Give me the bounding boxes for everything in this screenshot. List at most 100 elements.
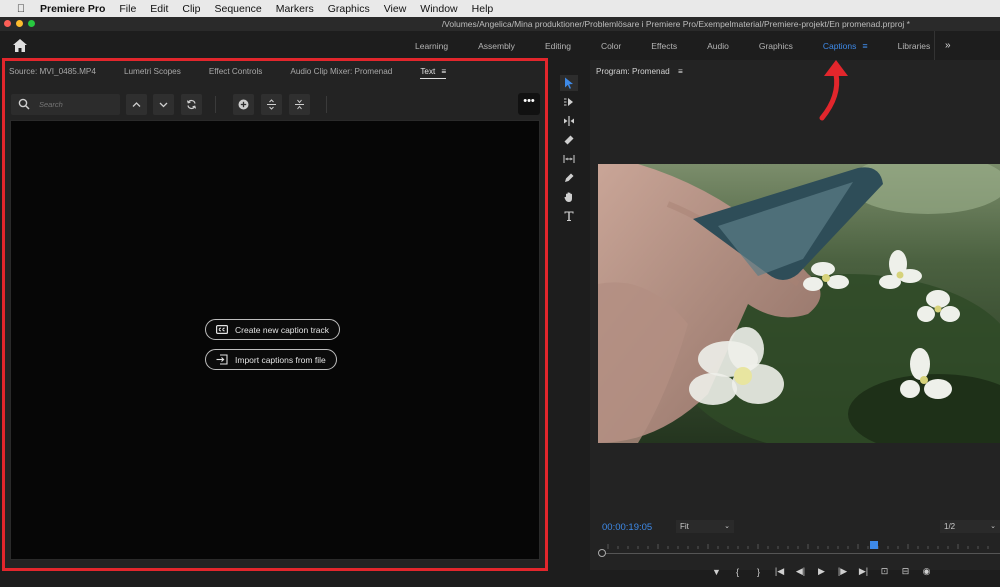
tab-lumetri-scopes[interactable]: Lumetri Scopes bbox=[124, 67, 181, 79]
menu-help[interactable]: Help bbox=[472, 3, 494, 15]
overwrite-icon[interactable]: ⊟ bbox=[895, 566, 916, 577]
workspace-menu-icon[interactable]: ≡ bbox=[862, 41, 882, 51]
tab-text-label: Text bbox=[420, 67, 436, 76]
window-titlebar: /Volumes/Angelica/Mina produktioner/Prob… bbox=[0, 17, 1000, 31]
ripple-edit-tool[interactable] bbox=[560, 113, 578, 129]
menu-view[interactable]: View bbox=[384, 3, 407, 15]
menu-markers[interactable]: Markers bbox=[276, 3, 314, 15]
mark-in-icon[interactable]: { bbox=[727, 567, 748, 577]
type-icon bbox=[564, 211, 574, 221]
window-controls bbox=[4, 20, 35, 27]
minimize-window-button[interactable] bbox=[16, 20, 23, 27]
transport-controls: ▼ { } |◀ ◀| ▶ |▶ ▶| ⊡ ⊟ ◉ bbox=[706, 566, 937, 577]
tab-effect-controls[interactable]: Effect Controls bbox=[209, 67, 263, 79]
menu-sequence[interactable]: Sequence bbox=[214, 3, 261, 15]
razor-tool[interactable] bbox=[560, 132, 578, 148]
tab-source[interactable]: Source: MVI_0485.MP4 bbox=[9, 67, 96, 79]
search-input[interactable] bbox=[39, 98, 115, 111]
workspace-tab-editing[interactable]: Editing bbox=[530, 41, 586, 51]
pen-icon bbox=[565, 173, 574, 182]
hand-tool[interactable] bbox=[560, 189, 578, 205]
premiere-window:  Premiere Pro File Edit Clip Sequence M… bbox=[0, 0, 1000, 587]
program-menu-icon[interactable]: ≡ bbox=[678, 67, 683, 76]
workspace-tab-assembly[interactable]: Assembly bbox=[463, 41, 530, 51]
track-select-tool[interactable] bbox=[560, 94, 578, 110]
playhead-timecode[interactable]: 00:00:19:05 bbox=[602, 522, 652, 533]
insert-icon[interactable]: ⊡ bbox=[874, 566, 895, 577]
close-window-button[interactable] bbox=[4, 20, 11, 27]
menu-clip[interactable]: Clip bbox=[182, 3, 200, 15]
play-icon[interactable]: ▶ bbox=[811, 566, 832, 577]
plus-circle-icon bbox=[238, 99, 249, 110]
create-caption-track-button[interactable]: Create new caption track bbox=[205, 319, 341, 340]
menu-edit[interactable]: Edit bbox=[150, 3, 168, 15]
split-icon bbox=[267, 99, 276, 110]
workspace-tab-color[interactable]: Color bbox=[586, 41, 636, 51]
create-caption-track-label: Create new caption track bbox=[235, 324, 330, 335]
previous-caption-button[interactable] bbox=[126, 94, 147, 115]
track-select-icon bbox=[564, 98, 573, 106]
chevron-down-icon: ⌄ bbox=[990, 523, 996, 530]
workspace-tab-audio[interactable]: Audio bbox=[692, 41, 744, 51]
mac-menubar:  Premiere Pro File Edit Clip Sequence M… bbox=[0, 0, 1000, 17]
in-point-handle[interactable] bbox=[598, 549, 606, 557]
ripple-edit-icon bbox=[564, 116, 574, 126]
slip-tool[interactable] bbox=[560, 151, 578, 167]
menu-window[interactable]: Window bbox=[420, 3, 457, 15]
import-captions-button[interactable]: Import captions from file bbox=[205, 349, 337, 370]
camera-icon[interactable]: ◉ bbox=[916, 566, 937, 577]
zoom-select-value: Fit bbox=[680, 522, 689, 531]
chevron-down-icon bbox=[159, 102, 168, 108]
workspace-tabs: Learning Assembly Editing Color Effects … bbox=[400, 31, 945, 60]
workspace-tab-learning[interactable]: Learning bbox=[400, 41, 463, 51]
menu-file[interactable]: File bbox=[119, 3, 136, 15]
tab-audio-clip-mixer[interactable]: Audio Clip Mixer: Promenad bbox=[290, 67, 392, 79]
add-caption-button[interactable] bbox=[233, 94, 254, 115]
import-icon bbox=[216, 354, 228, 365]
caption-search[interactable] bbox=[11, 94, 120, 115]
resolution-select[interactable]: 1/2 ⌄ bbox=[940, 520, 1000, 533]
panel-tabs: Source: MVI_0485.MP4 Lumetri Scopes Effe… bbox=[9, 67, 474, 79]
program-title-label: Program: Promenad bbox=[596, 67, 670, 76]
program-monitor-title: Program: Promenad ≡ bbox=[596, 67, 683, 76]
replace-button[interactable] bbox=[181, 94, 202, 115]
chevron-down-icon: ⌄ bbox=[724, 523, 730, 530]
pen-tool[interactable] bbox=[560, 170, 578, 186]
toolbar-divider bbox=[215, 96, 216, 113]
workspace-tab-captions[interactable]: Captions bbox=[808, 41, 863, 51]
closed-caption-icon bbox=[216, 325, 228, 334]
more-workspaces-icon[interactable]: » bbox=[934, 31, 1000, 60]
tools-panel bbox=[557, 60, 582, 570]
scrub-bar[interactable] bbox=[602, 553, 1000, 554]
refresh-icon bbox=[186, 99, 197, 110]
project-path: /Volumes/Angelica/Mina produktioner/Prob… bbox=[441, 19, 910, 29]
type-tool[interactable] bbox=[560, 208, 578, 224]
split-caption-button[interactable] bbox=[261, 94, 282, 115]
razor-icon bbox=[564, 135, 574, 145]
program-video-frame[interactable] bbox=[598, 164, 1000, 443]
home-icon[interactable] bbox=[13, 39, 27, 52]
go-to-in-icon[interactable]: |◀ bbox=[769, 566, 790, 577]
menu-graphics[interactable]: Graphics bbox=[328, 3, 370, 15]
apple-icon[interactable]:  bbox=[13, 3, 29, 15]
panel-menu-icon[interactable]: ≡ bbox=[441, 67, 446, 76]
playhead-marker[interactable] bbox=[870, 541, 878, 549]
zoom-window-button[interactable] bbox=[28, 20, 35, 27]
merge-captions-button[interactable] bbox=[289, 94, 310, 115]
go-to-out-icon[interactable]: ▶| bbox=[853, 566, 874, 577]
mark-out-icon[interactable]: } bbox=[748, 567, 769, 577]
marker-icon[interactable]: ▼ bbox=[706, 567, 727, 577]
app-menu[interactable]: Premiere Pro bbox=[40, 3, 105, 15]
next-caption-button[interactable] bbox=[153, 94, 174, 115]
slip-icon bbox=[563, 155, 575, 163]
more-options-button[interactable]: ••• bbox=[518, 93, 540, 115]
workspace-tab-effects[interactable]: Effects bbox=[636, 41, 692, 51]
zoom-select[interactable]: Fit ⌄ bbox=[676, 520, 734, 533]
hand-icon bbox=[564, 192, 572, 202]
red-arrow-annotation bbox=[819, 60, 848, 121]
workspace-tab-graphics[interactable]: Graphics bbox=[744, 41, 808, 51]
step-back-icon[interactable]: ◀| bbox=[790, 566, 811, 577]
tab-text[interactable]: Text ≡ bbox=[420, 67, 447, 79]
step-forward-icon[interactable]: |▶ bbox=[832, 566, 853, 577]
selection-tool[interactable] bbox=[560, 75, 578, 91]
